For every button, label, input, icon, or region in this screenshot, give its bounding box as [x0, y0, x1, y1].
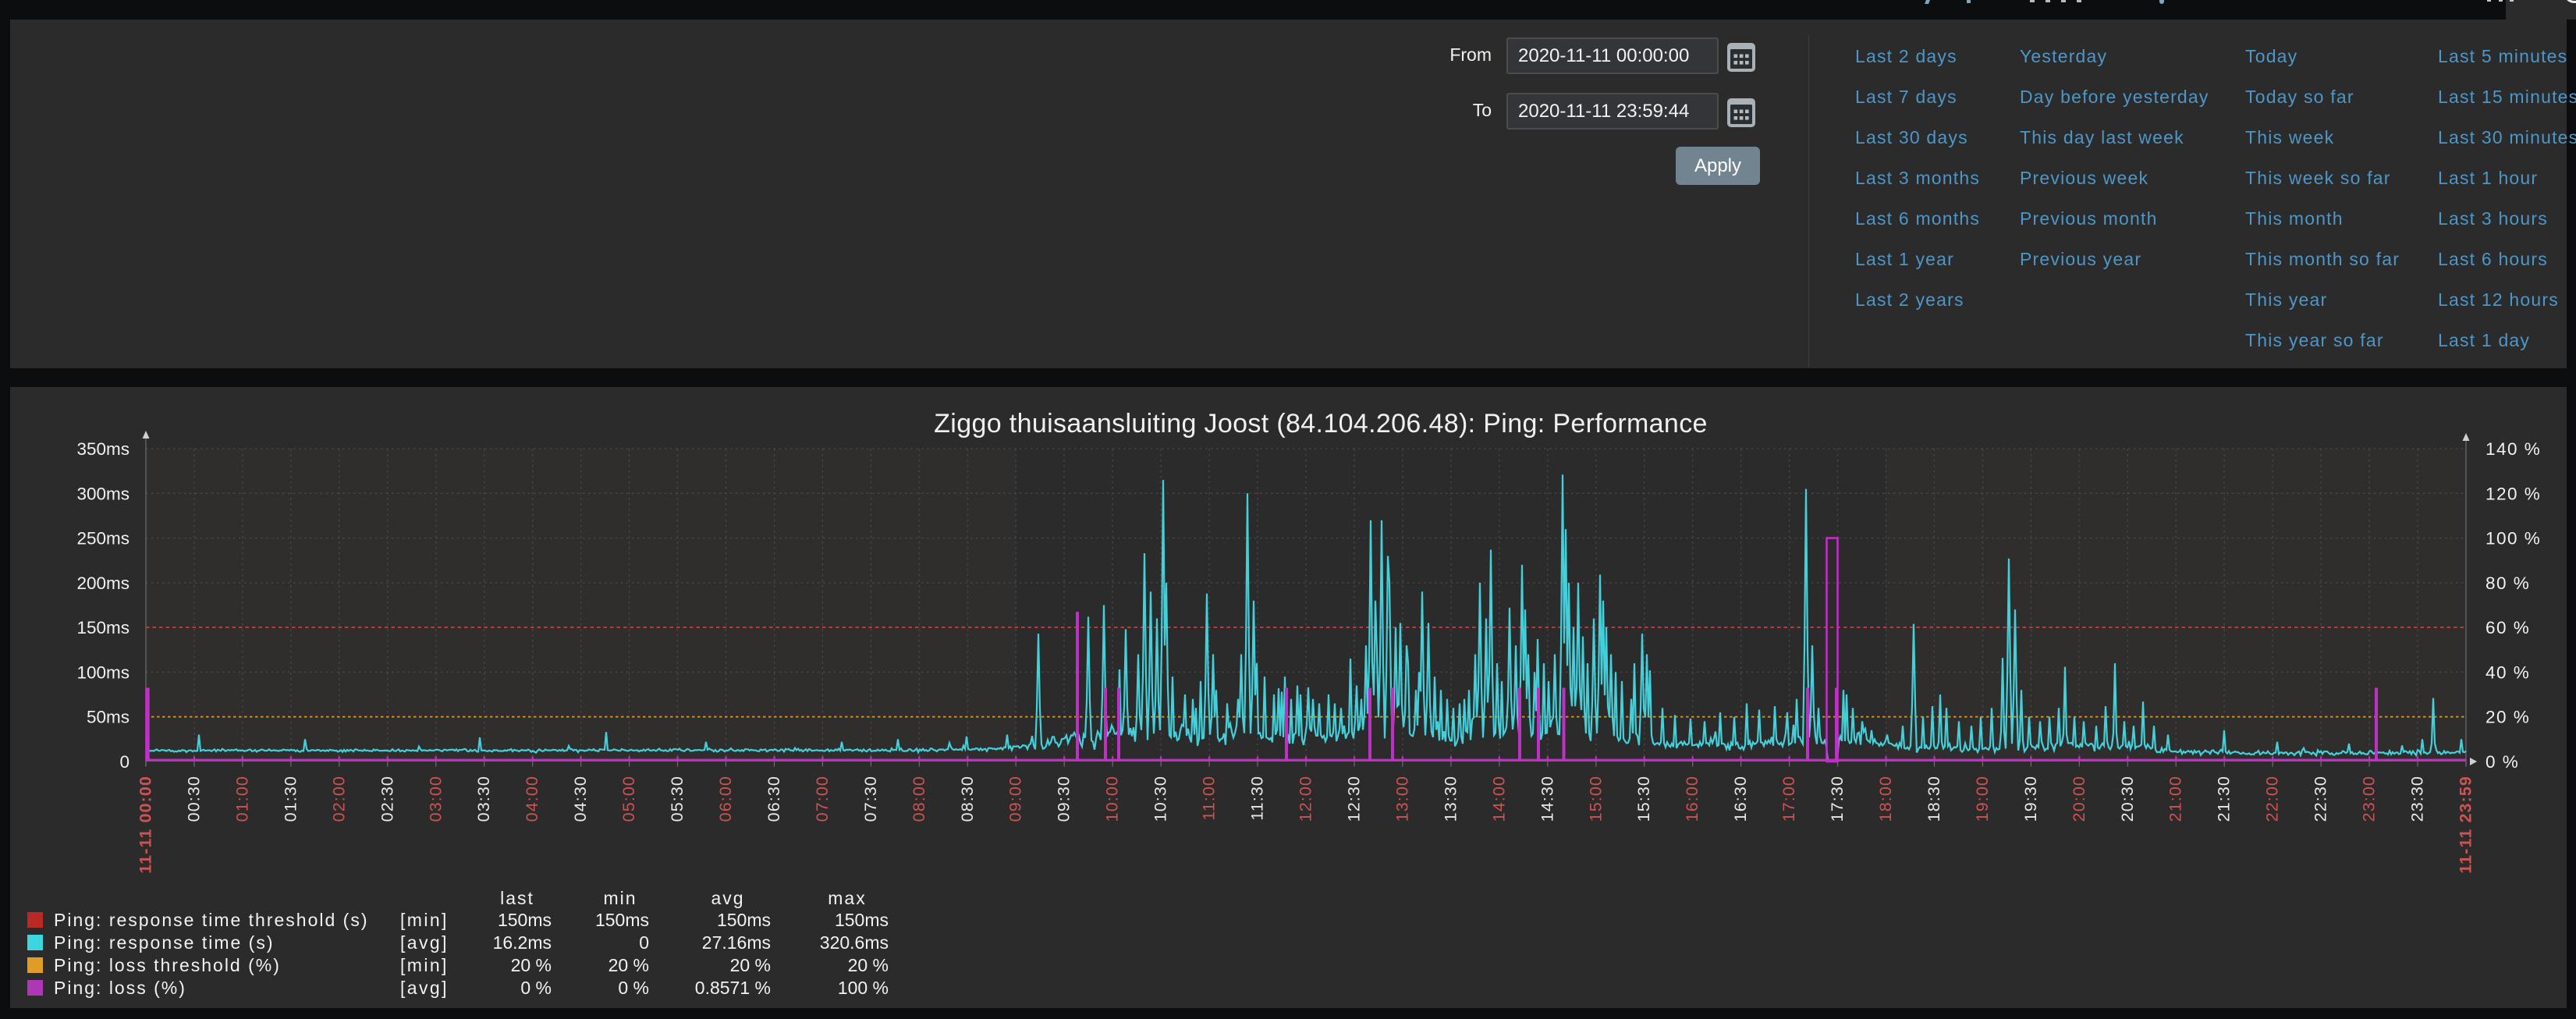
svg-text:300ms: 300ms: [76, 484, 130, 503]
svg-text:320.6ms: 320.6ms: [820, 932, 889, 953]
svg-text:0: 0: [639, 932, 649, 953]
svg-text:11-11 23:59: 11-11 23:59: [2457, 776, 2475, 874]
svg-text:13:30: 13:30: [1441, 776, 1460, 822]
svg-text:18:00: 18:00: [1876, 776, 1895, 822]
svg-text:14:00: 14:00: [1489, 776, 1508, 822]
svg-text:40 %: 40 %: [2486, 662, 2530, 682]
svg-text:200ms: 200ms: [76, 573, 130, 593]
svg-text:12:00: 12:00: [1297, 776, 1315, 822]
svg-text:04:30: 04:30: [571, 776, 590, 822]
svg-text:20 %: 20 %: [511, 955, 552, 975]
svg-text:19:30: 19:30: [2021, 776, 2040, 822]
svg-text:Ping: loss threshold (%): Ping: loss threshold (%): [54, 955, 281, 975]
svg-text:150ms: 150ms: [595, 910, 649, 930]
svg-text:100ms: 100ms: [76, 662, 130, 682]
svg-text:15:00: 15:00: [1586, 776, 1605, 822]
svg-text:[avg]: [avg]: [400, 932, 449, 953]
svg-text:0 %: 0 %: [520, 978, 552, 998]
svg-text:23:00: 23:00: [2360, 776, 2379, 822]
svg-text:0: 0: [119, 752, 130, 772]
svg-text:150ms: 150ms: [498, 910, 552, 930]
svg-text:Ping: response time (s): Ping: response time (s): [54, 932, 274, 953]
svg-text:60 %: 60 %: [2486, 618, 2530, 637]
svg-text:16.2ms: 16.2ms: [493, 932, 552, 953]
svg-text:01:30: 01:30: [281, 776, 300, 822]
svg-text:20 %: 20 %: [609, 955, 649, 975]
svg-text:21:00: 21:00: [2166, 776, 2185, 822]
svg-text:11:30: 11:30: [1248, 776, 1267, 821]
svg-text:20 %: 20 %: [848, 955, 889, 975]
svg-text:23:30: 23:30: [2408, 776, 2427, 822]
svg-text:20 %: 20 %: [730, 955, 771, 975]
svg-text:[min]: [min]: [400, 910, 449, 930]
svg-text:10:30: 10:30: [1151, 776, 1170, 822]
svg-text:20:30: 20:30: [2118, 776, 2137, 822]
svg-text:100 %: 100 %: [2486, 529, 2541, 549]
svg-text:15:30: 15:30: [1634, 776, 1653, 822]
svg-text:10:00: 10:00: [1103, 776, 1122, 822]
svg-text:[avg]: [avg]: [400, 978, 449, 998]
svg-text:20 %: 20 %: [2486, 708, 2530, 727]
svg-text:08:00: 08:00: [910, 776, 928, 822]
svg-text:07:00: 07:00: [813, 776, 832, 822]
svg-text:20:00: 20:00: [2070, 776, 2088, 822]
svg-text:11:00: 11:00: [1200, 776, 1219, 821]
svg-text:04:00: 04:00: [523, 776, 541, 822]
svg-text:06:30: 06:30: [765, 776, 783, 822]
svg-text:21:30: 21:30: [2215, 776, 2234, 822]
svg-text:max: max: [828, 888, 866, 908]
svg-text:350ms: 350ms: [76, 439, 130, 459]
svg-text:12:30: 12:30: [1345, 776, 1364, 822]
svg-text:14:30: 14:30: [1538, 776, 1556, 822]
svg-text:min: min: [603, 888, 637, 908]
svg-text:avg: avg: [711, 888, 744, 908]
svg-text:02:00: 02:00: [329, 776, 348, 822]
svg-text:11-11 00:00: 11-11 00:00: [137, 776, 155, 874]
svg-text:00:30: 00:30: [185, 776, 204, 822]
svg-text:17:00: 17:00: [1779, 776, 1798, 822]
svg-text:17:30: 17:30: [1828, 776, 1847, 822]
svg-text:16:30: 16:30: [1731, 776, 1750, 822]
svg-text:19:00: 19:00: [1973, 776, 1992, 822]
svg-text:16:00: 16:00: [1683, 776, 1701, 822]
svg-text:03:30: 03:30: [474, 776, 493, 822]
svg-text:22:00: 22:00: [2263, 776, 2282, 822]
svg-text:18:30: 18:30: [1925, 776, 1943, 822]
svg-text:0 %: 0 %: [2486, 752, 2519, 772]
svg-text:120 %: 120 %: [2486, 484, 2541, 503]
svg-text:06:00: 06:00: [716, 776, 735, 822]
svg-text:01:00: 01:00: [232, 776, 251, 822]
svg-text:80 %: 80 %: [2486, 573, 2530, 593]
svg-text:150ms: 150ms: [835, 910, 889, 930]
svg-text:Ziggo thuisaansluiting Joost (: Ziggo thuisaansluiting Joost (84.104.206…: [934, 409, 1708, 438]
svg-text:[min]: [min]: [400, 955, 449, 975]
svg-text:07:30: 07:30: [861, 776, 880, 822]
svg-text:140 %: 140 %: [2486, 439, 2541, 459]
svg-text:05:00: 05:00: [619, 776, 638, 822]
svg-text:Ping: response time threshold: Ping: response time threshold (s): [54, 910, 369, 930]
svg-text:02:30: 02:30: [378, 776, 396, 822]
svg-text:100 %: 100 %: [838, 978, 889, 998]
svg-text:09:00: 09:00: [1006, 776, 1025, 822]
svg-text:03:00: 03:00: [426, 776, 445, 822]
svg-text:150ms: 150ms: [76, 618, 130, 637]
svg-text:09:30: 09:30: [1055, 776, 1073, 822]
svg-text:150ms: 150ms: [717, 910, 771, 930]
svg-text:50ms: 50ms: [87, 708, 130, 727]
svg-text:05:30: 05:30: [668, 776, 687, 822]
svg-text:27.16ms: 27.16ms: [702, 932, 771, 953]
svg-text:22:30: 22:30: [2312, 776, 2330, 822]
svg-text:08:30: 08:30: [958, 776, 977, 822]
svg-text:0 %: 0 %: [618, 978, 649, 998]
svg-text:0.8571 %: 0.8571 %: [695, 978, 771, 998]
svg-text:Ping: loss (%): Ping: loss (%): [54, 978, 186, 998]
svg-text:last: last: [500, 888, 534, 908]
svg-text:250ms: 250ms: [76, 529, 130, 549]
svg-text:13:00: 13:00: [1393, 776, 1411, 822]
